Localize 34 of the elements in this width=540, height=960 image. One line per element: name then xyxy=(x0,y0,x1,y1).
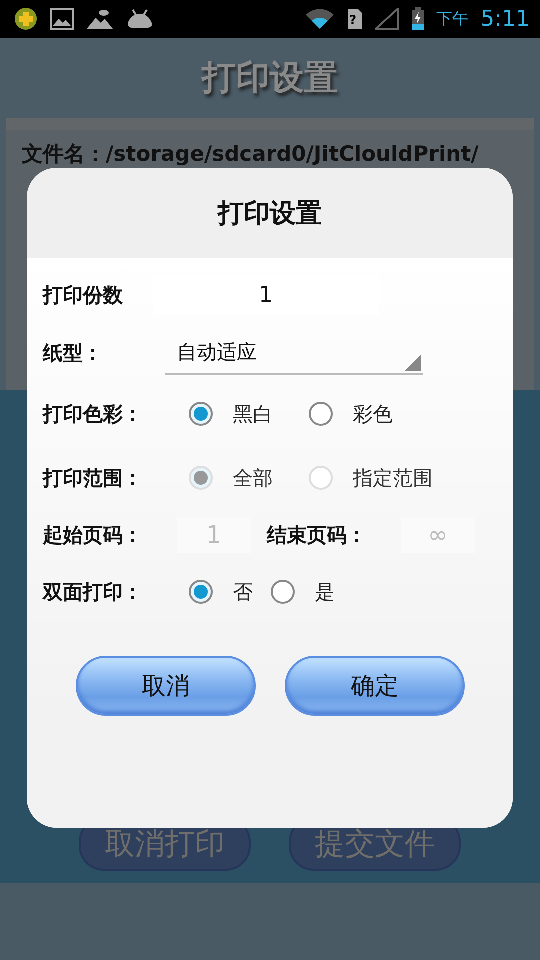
start-page-label: 起始页码： xyxy=(43,522,144,548)
option-label: 双面打印： xyxy=(43,578,144,606)
dialog-button[interactable]: 取消 xyxy=(76,656,256,716)
android-icon xyxy=(126,8,154,30)
clock-period: 下午 xyxy=(436,8,469,30)
dialog-button[interactable]: 确定 xyxy=(285,656,465,716)
radio-button[interactable] xyxy=(189,580,213,604)
radio-label: 全部 xyxy=(233,464,273,492)
image-icon xyxy=(50,8,74,30)
radio-label: 黑白 xyxy=(233,400,273,428)
clock-time: 5:11 xyxy=(480,6,530,32)
end-page-label: 结束页码： xyxy=(267,522,368,548)
option-label: 打印范围： xyxy=(43,464,144,492)
radio-label: 是 xyxy=(315,578,335,606)
radio-label: 彩色 xyxy=(353,400,393,428)
signal-icon xyxy=(374,8,399,30)
paper-dropdown[interactable]: 自动适应 xyxy=(165,331,423,375)
option-label: 打印色彩： xyxy=(43,400,144,428)
dropdown-arrow-icon xyxy=(405,355,421,371)
landscape-icon xyxy=(86,8,114,30)
sim-status-mark: ? xyxy=(350,13,357,27)
radio-label: 指定范围 xyxy=(353,464,433,492)
paper-label: 纸型： xyxy=(43,340,104,366)
sim-card-icon xyxy=(346,8,363,30)
radio-button[interactable] xyxy=(309,402,333,426)
battery-icon xyxy=(410,7,425,31)
copies-label: 打印份数 xyxy=(43,282,124,308)
radio-button[interactable] xyxy=(189,402,213,426)
security-app-icon xyxy=(14,7,38,31)
file-name-text: 文件名：/storage/sdcard0/JitClouldPrint/ xyxy=(22,141,480,168)
page-title: 打印设置 xyxy=(200,57,339,100)
wifi-icon xyxy=(304,8,335,30)
radio-label: 否 xyxy=(233,578,253,606)
radio-button[interactable] xyxy=(271,580,295,604)
